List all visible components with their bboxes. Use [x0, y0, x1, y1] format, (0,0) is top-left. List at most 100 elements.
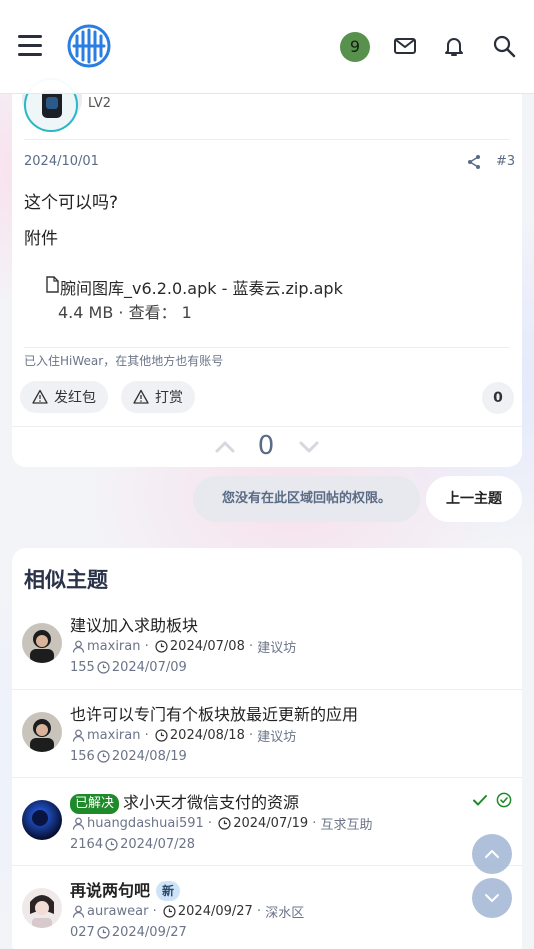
thread-title[interactable]: 也许可以专门有个板块放最近更新的应用 — [70, 701, 358, 725]
user-signature: 已入住HiWear，在其他地方也有账号 — [24, 354, 224, 368]
thread-forum[interactable]: 互求互助 — [321, 814, 373, 833]
user-icon — [72, 640, 85, 653]
last-reply-date: 2024/07/28 — [120, 837, 196, 852]
notification-count-badge[interactable]: 9 — [340, 32, 370, 62]
last-reply-date: 2024/08/19 — [111, 749, 187, 764]
upvote-chevron-icon[interactable] — [214, 436, 236, 458]
last-reply-date: 2024/07/09 — [111, 660, 187, 675]
avatar[interactable] — [22, 800, 62, 840]
thread-meta: aurawear · 2024/09/27 · 深水区 — [70, 902, 304, 921]
thread-item[interactable]: 建议加入求助板块 maxiran · 2024/07/08 · 建议坊 1 55… — [12, 601, 522, 689]
clock-icon — [155, 729, 168, 742]
thread-item[interactable]: 已解决 求小天才微信支付的资源 huangdashuai591 · 2024/07… — [12, 777, 522, 865]
avatar[interactable] — [22, 712, 62, 752]
view-count: 164 — [78, 837, 104, 852]
thread-stats: 1 56 2024/08/19 — [70, 749, 187, 764]
thread-forum[interactable]: 建议坊 — [257, 637, 296, 656]
thread-item[interactable]: 再说两句吧新 aurawear · 2024/09/27 · 深水区 0 27 … — [12, 865, 522, 949]
divider — [24, 347, 510, 348]
thread-meta: maxiran · 2024/08/18 · 建议坊 — [70, 726, 296, 745]
scroll-bottom-button[interactable] — [472, 878, 512, 918]
thread-status-icons — [472, 792, 516, 810]
reply-count: 2 — [70, 837, 79, 852]
thread-author[interactable]: huangdashuai591 — [87, 816, 204, 831]
user-icon — [72, 729, 85, 742]
hamburger-icon[interactable] — [18, 35, 42, 57]
view-count: 55 — [78, 660, 95, 675]
thread-stats: 1 55 2024/07/09 — [70, 660, 187, 675]
clock-icon — [97, 750, 110, 763]
red-packet-button[interactable]: 发红包 — [20, 381, 108, 413]
user-level: LV2 — [88, 96, 111, 111]
thread-author[interactable]: maxiran — [87, 639, 141, 654]
previous-thread-button[interactable]: 上一主题 — [426, 476, 522, 522]
clock-icon — [97, 661, 110, 674]
tip-button[interactable]: 打赏 — [121, 381, 195, 413]
view-count: 56 — [78, 749, 95, 764]
reaction-count[interactable]: 0 — [482, 382, 514, 414]
post-card: LV2 2024/10/01 #3 这个可以吗? 附件 腕间图库_v6.2.0.… — [12, 60, 522, 467]
thread-date: 2024/07/19 — [233, 816, 309, 831]
scroll-top-button[interactable] — [472, 834, 512, 874]
thread-title-text[interactable]: 再说两句吧 — [70, 881, 150, 900]
divider — [24, 139, 510, 140]
thread-title[interactable]: 已解决 求小天才微信支付的资源 — [70, 789, 299, 814]
thread-author[interactable]: aurawear — [87, 904, 148, 919]
chevron-down-icon — [485, 894, 499, 902]
thread-meta: huangdashuai591 · 2024/07/19 · 互求互助 — [70, 814, 373, 833]
watch-icon — [42, 90, 62, 118]
reply-count: 1 — [70, 749, 79, 764]
post-number-link[interactable]: #3 — [496, 154, 515, 169]
no-reply-permission-notice: 您没有在此区域回帖的权限。 — [193, 476, 420, 522]
reply-count: 1 — [70, 660, 79, 675]
vote-count: 0 — [257, 431, 275, 461]
attachments-heading: 附件 — [24, 229, 58, 249]
reply-count: 0 — [70, 925, 79, 940]
clock-icon — [218, 817, 231, 830]
tip-label: 打赏 — [155, 390, 183, 406]
clock-icon — [105, 838, 118, 851]
thread-forum[interactable]: 深水区 — [265, 902, 304, 921]
attachment-file-link[interactable]: 腕间图库_v6.2.0.apk - 蓝奏云.zip.apk — [60, 275, 343, 299]
last-reply-date: 2024/09/27 — [111, 925, 187, 940]
red-packet-label: 发红包 — [54, 390, 96, 406]
thread-author[interactable]: maxiran — [87, 728, 141, 743]
thread-date: 2024/09/27 — [177, 904, 253, 919]
attachment-meta: 4.4 MB · 查看： 1 — [58, 303, 192, 322]
thread-title[interactable]: 建议加入求助板块 — [70, 612, 198, 636]
thread-meta: maxiran · 2024/07/08 · 建议坊 — [70, 637, 296, 656]
check-icon — [473, 795, 487, 806]
user-icon — [72, 817, 85, 830]
post-body: 这个可以吗? — [24, 193, 119, 213]
thread-title-text[interactable]: 求小天才微信支付的资源 — [123, 793, 299, 812]
view-count: 27 — [78, 925, 95, 940]
file-icon — [46, 276, 59, 293]
clock-icon — [97, 926, 110, 939]
check-circle-icon — [496, 792, 512, 808]
thread-title[interactable]: 再说两句吧新 — [70, 877, 181, 901]
similar-threads-card: 相似主题 建议加入求助板块 maxiran · 2024/07/08 · 建议坊… — [12, 548, 522, 949]
downvote-chevron-icon[interactable] — [298, 436, 320, 458]
solved-badge: 已解决 — [70, 794, 120, 814]
bell-icon[interactable] — [442, 34, 466, 58]
post-date[interactable]: 2024/10/01 — [24, 154, 99, 169]
mail-icon[interactable] — [393, 34, 417, 58]
site-logo[interactable] — [64, 24, 114, 68]
chevron-up-icon — [485, 850, 499, 858]
new-badge: 新 — [156, 881, 181, 901]
thread-item[interactable]: 也许可以专门有个板块放最近更新的应用 maxiran · 2024/08/18 … — [12, 689, 522, 777]
thread-date: 2024/07/08 — [169, 639, 245, 654]
thread-stats: 2 164 2024/07/28 — [70, 837, 195, 852]
search-icon[interactable] — [492, 34, 516, 58]
top-header: 9 — [0, 0, 534, 94]
vote-bar: 0 — [12, 426, 522, 467]
share-icon[interactable] — [466, 154, 482, 170]
thread-forum[interactable]: 建议坊 — [257, 726, 296, 745]
avatar[interactable] — [22, 623, 62, 663]
thread-stats: 0 27 2024/09/27 — [70, 925, 187, 940]
similar-threads-title: 相似主题 — [24, 568, 108, 592]
avatar[interactable] — [22, 888, 62, 928]
user-icon — [72, 905, 85, 918]
warning-icon — [133, 389, 149, 404]
warning-icon — [32, 389, 48, 404]
